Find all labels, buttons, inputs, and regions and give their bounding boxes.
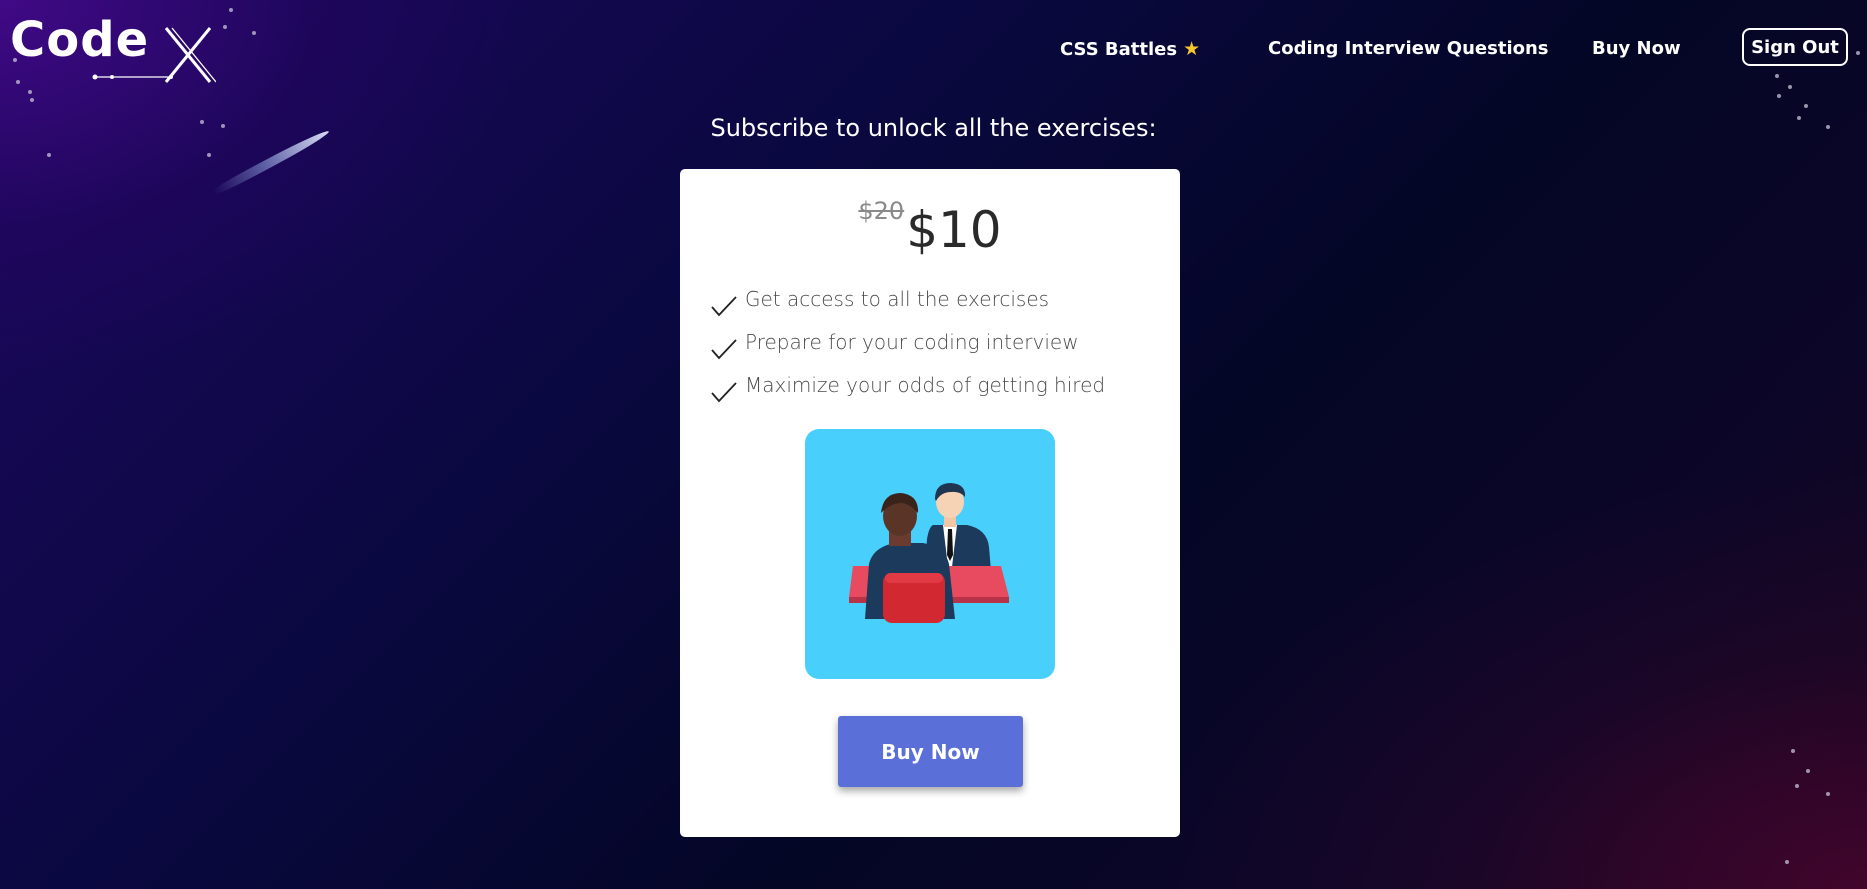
chair: [883, 573, 945, 623]
star-dot: [28, 90, 32, 94]
interview-illustration: [805, 429, 1055, 679]
star-dot: [1806, 769, 1810, 773]
nav-css-battles-label: CSS Battles: [1060, 39, 1178, 60]
feature-text: Prepare for your coding interview: [745, 330, 1079, 354]
star-icon: ★: [1183, 38, 1201, 60]
star-dot: [1777, 94, 1781, 98]
buy-now-button[interactable]: Buy Now: [838, 716, 1023, 787]
star-dot: [1826, 792, 1830, 796]
star-dot: [207, 153, 211, 157]
page-subtitle: Subscribe to unlock all the exercises:: [710, 114, 1157, 142]
feature-list: Get access to all the exercises Prepare …: [710, 287, 1170, 416]
star-dot: [1795, 784, 1799, 788]
interview-illustration-graphic: [849, 483, 1009, 623]
logo-underline: [92, 74, 173, 80]
star-dot: [1788, 85, 1792, 89]
new-price: $10: [906, 201, 1002, 259]
feature-item: Get access to all the exercises: [710, 287, 1170, 330]
star-dot: [47, 153, 51, 157]
nav-buy-now[interactable]: Buy Now: [1592, 38, 1681, 59]
star-dot: [30, 98, 34, 102]
old-price: $20: [858, 197, 905, 225]
feature-item: Maximize your odds of getting hired: [710, 373, 1170, 416]
feature-item: Prepare for your coding interview: [710, 330, 1170, 373]
feature-text: Get access to all the exercises: [745, 287, 1050, 311]
star-dot: [1785, 860, 1789, 864]
price-row: $20$10: [680, 197, 1180, 259]
feature-text: Maximize your odds of getting hired: [745, 373, 1106, 397]
star-dot: [229, 8, 233, 12]
star-dot: [1791, 749, 1795, 753]
star-dot: [1804, 104, 1808, 108]
pricing-card: $20$10 Get access to all the exercises P…: [680, 169, 1180, 837]
check-icon: [711, 382, 737, 403]
nav-coding-interview-questions[interactable]: Coding Interview Questions: [1268, 38, 1549, 59]
check-icon: [711, 296, 737, 317]
sign-out-button[interactable]: Sign Out: [1742, 28, 1848, 66]
check-icon: [711, 339, 737, 360]
star-dot: [1775, 74, 1779, 78]
main-nav: CSS Battles ★ Coding Interview Questions …: [0, 28, 1867, 68]
nav-css-battles[interactable]: CSS Battles ★: [1060, 38, 1200, 60]
star-dot: [16, 80, 20, 84]
